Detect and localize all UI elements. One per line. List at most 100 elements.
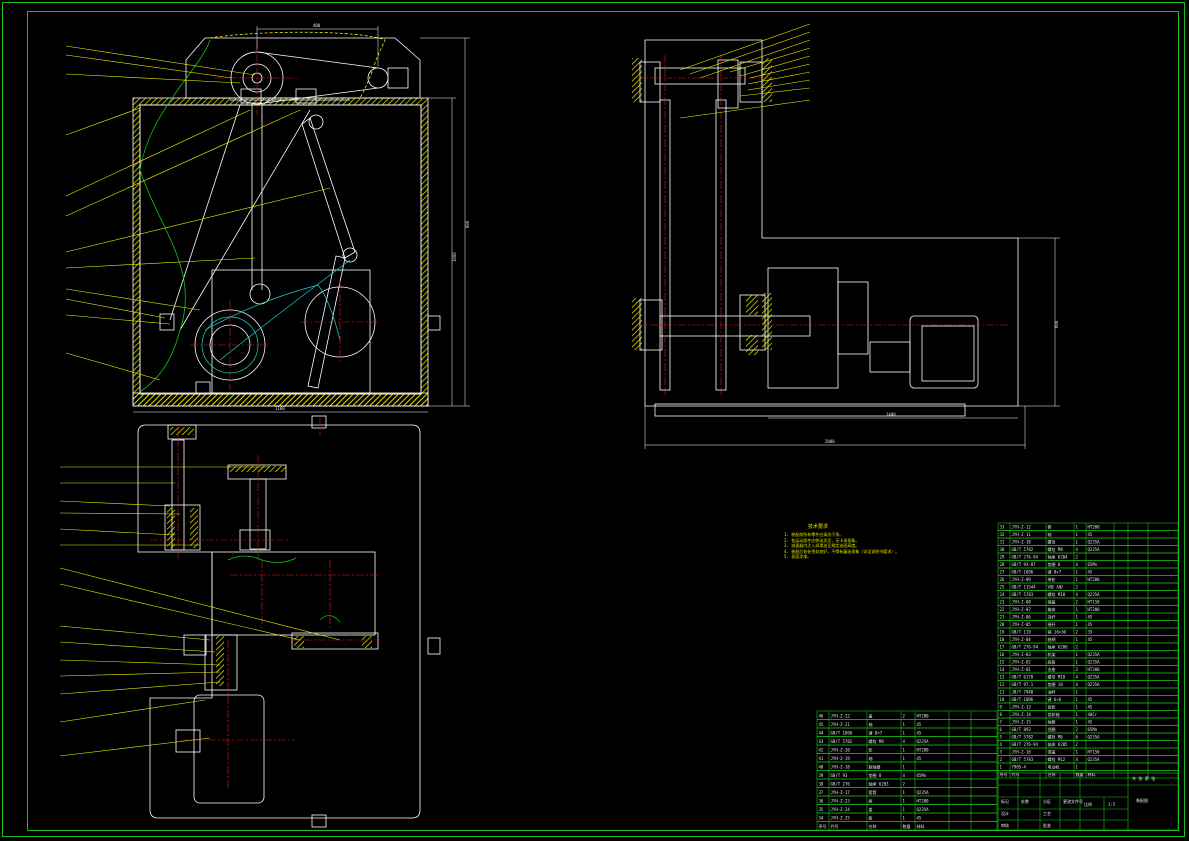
bom-cell: 29 [1000, 555, 1005, 560]
bom-cell: 1 [903, 807, 906, 812]
bom-cell: JYH-Z-21 [831, 722, 851, 727]
bom-cell: 1 [1076, 570, 1079, 575]
bom-cell: 4 [1000, 742, 1003, 747]
bom-cell: 1 [1076, 660, 1079, 665]
bom-cell: 2 [1076, 555, 1079, 560]
bom-cell: 1 [903, 756, 906, 761]
bom-cell: JYH-Z-04 [1012, 637, 1032, 642]
bom-cell: HT150 [1088, 600, 1101, 605]
bom-cell: 1 [1076, 720, 1079, 725]
bom-cell: 材料 [1088, 771, 1096, 777]
bom-cell: GB/T 276-94 [1012, 645, 1039, 650]
bom-cell: 螺栓 M8 [1048, 546, 1064, 552]
bom-cell: 序号 [819, 823, 827, 829]
bom-cell: JYH-Z-14 [1012, 712, 1032, 717]
bom-cell: 45 [917, 816, 922, 821]
bom-cell: 1 [1076, 705, 1079, 710]
bom-cell: GB/T 276 [831, 782, 851, 787]
bom-cell: 轴 [1048, 531, 1052, 537]
title-block-role-design: 设计 [1001, 810, 1009, 816]
bom-cell: 1 [1076, 607, 1079, 612]
bom-cell: 螺栓 M10 [1048, 591, 1066, 597]
bom-cell: 24 [1000, 592, 1005, 597]
bom-cell: 1 [1076, 712, 1079, 717]
bom-cell: 20 [1000, 622, 1005, 627]
bom-cell: Q235A [917, 739, 930, 744]
bom-cell: 2 [1076, 585, 1079, 590]
bom-cell: 2 [1076, 600, 1079, 605]
bom-cell: 挡圈 [1048, 726, 1056, 732]
side-view-hatch [632, 58, 772, 355]
bom-cell: 1 [1076, 622, 1079, 627]
bom-cell: 1 [903, 722, 906, 727]
bom-cell: 30 [1000, 547, 1005, 552]
bom-cell: JYH-Z-20 [831, 748, 851, 753]
bom-left-table: 46 JYH-Z-22 盖 2 HT20045 JYH-Z-21 轴 1 4544 GB/T 10… [816, 710, 998, 831]
bom-cell: 端盖 [1048, 599, 1056, 605]
bom-cell: Y90S-4 [1012, 765, 1027, 770]
bom-cell: 座 [869, 798, 873, 804]
bom-cell: Q235A [1088, 757, 1101, 762]
bom-cell: JYH-Z-08 [1012, 600, 1032, 605]
plan-view-hatch [167, 427, 372, 686]
bom-cell: JYH-Z-01 [1012, 667, 1032, 672]
dim-front-height-inner: 1000 [452, 252, 457, 262]
bom-cell: 35 [819, 807, 824, 812]
bom-cell: JYH-Z-19 [831, 756, 851, 761]
bom-cell: 4 [903, 773, 906, 778]
bom-cell: 轴承 6205 [1048, 741, 1069, 747]
bom-cell: 1 [1076, 697, 1079, 702]
bom-cell: JYH-Z-10 [1012, 540, 1032, 545]
bom-cell: 33 [1000, 525, 1005, 530]
bom-cell: JYH-Z-07 [1012, 607, 1032, 612]
bom-cell: 曲柄 [1048, 636, 1056, 642]
plan-view-centerlines [150, 418, 380, 790]
bom-cell: 16 [1000, 652, 1005, 657]
bom-cell: 45 [1088, 637, 1093, 642]
bom-cell: JYH-Z-16 [1012, 750, 1032, 755]
bom-cell: 键 8×7 [869, 730, 883, 736]
bom-cell: JYH-Z-06 [1012, 615, 1032, 620]
bom-cell: 45 [1088, 570, 1093, 575]
bom-cell: HT200 [917, 799, 930, 804]
bom-cell: 盖 [869, 806, 873, 812]
bom-cell: 连杆 [1048, 614, 1056, 620]
bom-cell: 4 [903, 739, 906, 744]
bom-cell: 7 [1000, 720, 1003, 725]
bom-cell: GB/T 93 [831, 773, 848, 778]
bom-cell: 38 [819, 782, 824, 787]
bom-cell: 4 [1076, 675, 1079, 680]
bom-cell: 18 [1000, 637, 1005, 642]
dim-front-width: 1100 [275, 406, 285, 411]
bom-cell: JYH-Z-23 [831, 799, 851, 804]
bom-cell: 名称 [869, 823, 877, 829]
bom-cell: 32 [1000, 532, 1005, 537]
bom-cell: 1 [903, 799, 906, 804]
bom-cell: 12 [1000, 682, 1005, 687]
bom-cell: 螺栓 M8 [869, 738, 885, 744]
bom-cell: 35 [1088, 630, 1093, 635]
bom-cell: 螺栓 M12 [1048, 756, 1066, 762]
bom-cell: 40Cr [1088, 712, 1098, 717]
bom-cell: 垫圈 8 [869, 772, 882, 778]
technical-notes: 技术要求 1. 装配前所有零件应清洗干净。 2. 各运动部件应转动灵活，无卡滞现… [784, 524, 984, 559]
bom-cell: 1 [903, 765, 906, 770]
bom-cell: GB/T 5782 [1012, 547, 1034, 552]
bom-cell: GB/T 11544 [1012, 585, 1037, 590]
bom-cell: GB/T 276-94 [1012, 742, 1039, 747]
bom-cell: HT200 [1088, 607, 1101, 612]
bom-cell: JYH-Z-11 [1012, 532, 1032, 537]
bom-cell: 4 [1076, 757, 1079, 762]
bom-cell: 23 [1000, 600, 1005, 605]
title-block-role-review: 审核 [1001, 822, 1009, 828]
bom-cell: 2 [1076, 727, 1079, 732]
bom-cell: 套筒 [869, 789, 877, 795]
bom-cell: 10 [1000, 697, 1005, 702]
bom-cell: 1 [1076, 750, 1079, 755]
bom-cell: GB/T 5782 [831, 739, 853, 744]
bom-cell: 2 [903, 782, 906, 787]
bom-cell: 40 [819, 765, 824, 770]
bom-cell: 1 [1076, 577, 1079, 582]
bom-cell: 电动机 [1048, 764, 1060, 770]
plan-view [137, 415, 441, 828]
